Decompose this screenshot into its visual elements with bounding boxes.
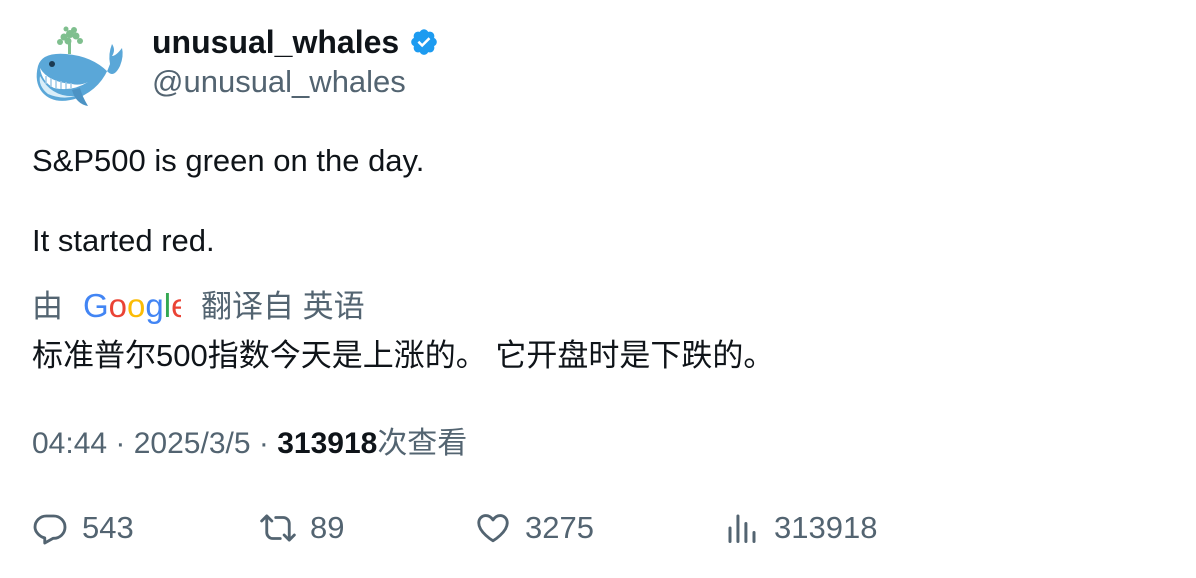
meta-separator: · (250, 427, 278, 460)
views-count: 313918 (277, 427, 378, 460)
retweet-icon (260, 514, 296, 542)
tweet-text-line-1: S&P500 is green on the day. (32, 143, 425, 178)
translation-attribution: 由 Google 翻译自 英语 (32, 287, 365, 327)
like-button[interactable]: 3275 (475, 510, 594, 546)
tweet-date[interactable]: 2025/3/5 (134, 424, 251, 464)
translation-suffix[interactable]: 翻译自 英语 (201, 287, 365, 327)
action-bar: 543 89 3275 313918 (0, 510, 1196, 556)
retweet-button[interactable]: 89 (260, 510, 344, 546)
author-handle[interactable]: @unusual_whales (152, 62, 406, 102)
translated-text: 标准普尔500指数今天是上涨的。 它开盘时是下跌的。 (32, 338, 775, 373)
reply-icon (33, 514, 67, 545)
author-display-name[interactable]: unusual_whales (152, 22, 399, 62)
avatar[interactable] (32, 26, 126, 110)
bar-chart-icon (728, 514, 756, 543)
meta-separator: · (107, 427, 134, 460)
reply-count: 543 (82, 510, 134, 545)
verified-badge-icon (411, 29, 437, 55)
heart-icon (477, 514, 509, 543)
views-button[interactable]: 313918 (724, 510, 877, 546)
translation-prefix: 由 (32, 289, 63, 324)
tweet-meta: 04:44 · 2025/3/5 · 313918 次查看 (32, 424, 467, 464)
reply-button[interactable]: 543 (32, 510, 134, 546)
retweet-count: 89 (310, 510, 345, 545)
like-count: 3275 (525, 510, 594, 545)
views-action-count: 313918 (774, 510, 878, 545)
author-name[interactable]: unusual_whales (152, 22, 439, 62)
views-label: 次查看 (377, 427, 468, 460)
tweet-text-line-2: It started red. (32, 223, 215, 258)
tweet-time[interactable]: 04:44 (32, 424, 107, 464)
svg-text:Google: Google (83, 289, 181, 324)
google-logo: Google (83, 289, 181, 324)
whale-icon (36, 26, 123, 106)
